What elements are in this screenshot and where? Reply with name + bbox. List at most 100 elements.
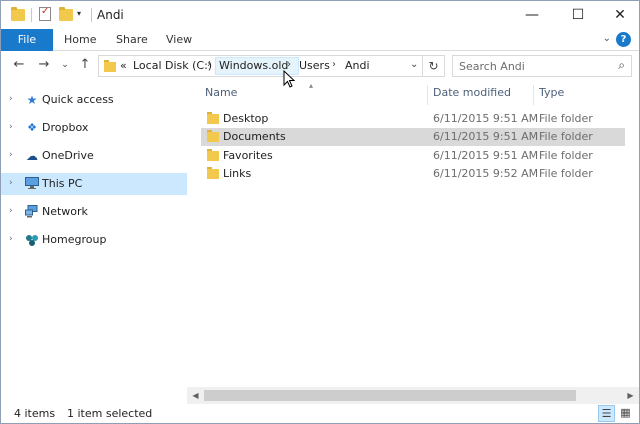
- table-row-favorites[interactable]: Favorites 6/11/2015 9:51 AM File folder: [201, 147, 625, 165]
- column-header-label: Name: [205, 86, 238, 99]
- file-date: 6/11/2015 9:51 AM: [433, 130, 539, 143]
- forward-button[interactable]: →: [36, 57, 52, 73]
- table-row-links[interactable]: Links 6/11/2015 9:52 AM File folder: [201, 165, 625, 183]
- folder-icon: [207, 149, 219, 161]
- file-date: 6/11/2015 9:52 AM: [433, 167, 539, 180]
- computer-icon: [25, 177, 39, 191]
- sidebar-item-label: This PC: [42, 177, 83, 190]
- column-header-date[interactable]: Date modified: [433, 83, 511, 105]
- minimize-button[interactable]: —: [509, 1, 555, 29]
- tab-share[interactable]: Share: [116, 29, 148, 51]
- back-button[interactable]: ←: [11, 57, 27, 73]
- scroll-left-icon[interactable]: ◀: [187, 387, 204, 404]
- crumb-separator[interactable]: ›: [287, 59, 291, 70]
- sidebar-item-label: OneDrive: [42, 149, 94, 162]
- properties-icon[interactable]: [39, 6, 53, 23]
- chevron-right-icon[interactable]: ›: [9, 178, 13, 188]
- star-icon: ★: [26, 93, 38, 107]
- qat-separator: [31, 8, 32, 22]
- recent-locations-button[interactable]: ⌄: [57, 57, 73, 73]
- column-divider[interactable]: [533, 85, 534, 105]
- chevron-right-icon[interactable]: ›: [9, 234, 13, 244]
- address-dropdown-icon[interactable]: ⌄: [410, 59, 418, 70]
- up-button[interactable]: ↑: [77, 57, 93, 73]
- file-type: File folder: [539, 130, 593, 143]
- large-icons-view-icon[interactable]: ▦: [617, 405, 634, 422]
- crumb-andi[interactable]: Andi: [345, 59, 370, 72]
- file-type: File folder: [539, 112, 593, 125]
- sidebar-item-network[interactable]: › Network: [1, 201, 187, 223]
- status-selection: 1 item selected: [67, 407, 153, 420]
- chevron-right-icon[interactable]: ›: [9, 206, 13, 216]
- cloud-icon: ☁: [26, 149, 38, 163]
- crumb-windows-old[interactable]: Windows.old: [219, 59, 288, 72]
- sidebar-item-onedrive[interactable]: › ☁ OneDrive: [1, 145, 187, 167]
- chevron-right-icon[interactable]: ›: [9, 150, 13, 160]
- chevron-right-icon[interactable]: ›: [9, 122, 13, 132]
- sidebar-item-label: Homegroup: [42, 233, 107, 246]
- tab-view[interactable]: View: [166, 29, 192, 51]
- file-name: Documents: [223, 130, 286, 143]
- crumb-local-disk[interactable]: Local Disk (C:): [133, 59, 212, 72]
- scroll-right-icon[interactable]: ▶: [622, 387, 639, 404]
- file-name: Links: [223, 167, 252, 180]
- tab-file[interactable]: File: [1, 29, 53, 51]
- search-box[interactable]: ⌕: [452, 55, 632, 77]
- window-title: Andi: [97, 8, 124, 22]
- sidebar-item-label: Quick access: [42, 93, 114, 106]
- file-list: Name ▴ Date modified Type Desktop 6/11/2…: [187, 81, 639, 401]
- homegroup-icon: [25, 233, 39, 247]
- navigation-bar: ← → ⌄ ↑ « Local Disk (C:) › Windows.old …: [1, 52, 639, 80]
- navigation-pane: › ★ Quick access › ❖ Dropbox › ☁ OneDriv…: [1, 83, 187, 401]
- status-item-count: 4 items: [14, 407, 56, 420]
- crumb-separator[interactable]: ›: [332, 59, 336, 70]
- folder-icon: [207, 167, 219, 179]
- status-bar: 4 items 1 item selected ☰ ▦: [1, 404, 639, 423]
- file-type: File folder: [539, 149, 593, 162]
- file-name: Favorites: [223, 149, 273, 162]
- file-type: File folder: [539, 167, 593, 180]
- address-folder-icon: [104, 60, 116, 72]
- details-view-icon[interactable]: ☰: [598, 405, 615, 422]
- search-input[interactable]: [453, 56, 603, 76]
- title-separator: [91, 8, 92, 22]
- close-button[interactable]: ✕: [601, 1, 639, 29]
- crumb-users[interactable]: Users: [299, 59, 330, 72]
- table-row-documents[interactable]: Documents 6/11/2015 9:51 AM File folder: [201, 128, 625, 146]
- network-icon: [25, 205, 39, 219]
- maximize-button[interactable]: ☐: [555, 1, 601, 29]
- address-overflow[interactable]: «: [120, 59, 127, 72]
- mouse-cursor-icon: [283, 70, 295, 88]
- file-name: Desktop: [223, 112, 269, 125]
- sort-ascending-icon: ▴: [309, 81, 314, 90]
- window-folder-icon: [11, 7, 27, 23]
- file-date: 6/11/2015 9:51 AM: [433, 112, 539, 125]
- expand-ribbon-icon[interactable]: ⌄: [603, 33, 611, 44]
- sidebar-item-label: Network: [42, 205, 88, 218]
- ribbon-tabs: File Home Share View ⌄ ?: [1, 29, 639, 51]
- explorer-window: ▾ Andi — ☐ ✕ File Home Share View ⌄ ? ← …: [0, 0, 640, 424]
- tab-home[interactable]: Home: [64, 29, 96, 51]
- address-bar[interactable]: « Local Disk (C:) › Windows.old › Users …: [98, 55, 445, 77]
- sidebar-item-homegroup[interactable]: › Homegroup: [1, 229, 187, 251]
- table-row-desktop[interactable]: Desktop 6/11/2015 9:51 AM File folder: [201, 110, 625, 128]
- column-header-type[interactable]: Type: [539, 83, 564, 105]
- sidebar-item-quick-access[interactable]: › ★ Quick access: [1, 89, 187, 111]
- horizontal-scrollbar[interactable]: ◀ ▶: [187, 387, 639, 404]
- refresh-icon[interactable]: ↻: [422, 55, 444, 77]
- new-folder-icon[interactable]: [59, 7, 75, 23]
- sidebar-item-this-pc[interactable]: › This PC: [1, 173, 187, 195]
- folder-icon: [207, 112, 219, 124]
- search-icon[interactable]: ⌕: [618, 58, 625, 73]
- sidebar-item-dropbox[interactable]: › ❖ Dropbox: [1, 117, 187, 139]
- file-date: 6/11/2015 9:51 AM: [433, 149, 539, 162]
- qat-dropdown-icon[interactable]: ▾: [77, 7, 87, 23]
- chevron-right-icon[interactable]: ›: [9, 94, 13, 104]
- scrollbar-thumb[interactable]: [204, 390, 576, 401]
- column-header-name[interactable]: Name: [205, 83, 325, 105]
- column-divider[interactable]: [427, 85, 428, 105]
- help-icon[interactable]: ?: [616, 32, 631, 47]
- folder-icon: [207, 130, 219, 142]
- crumb-separator[interactable]: ›: [207, 59, 211, 70]
- sidebar-item-label: Dropbox: [42, 121, 89, 134]
